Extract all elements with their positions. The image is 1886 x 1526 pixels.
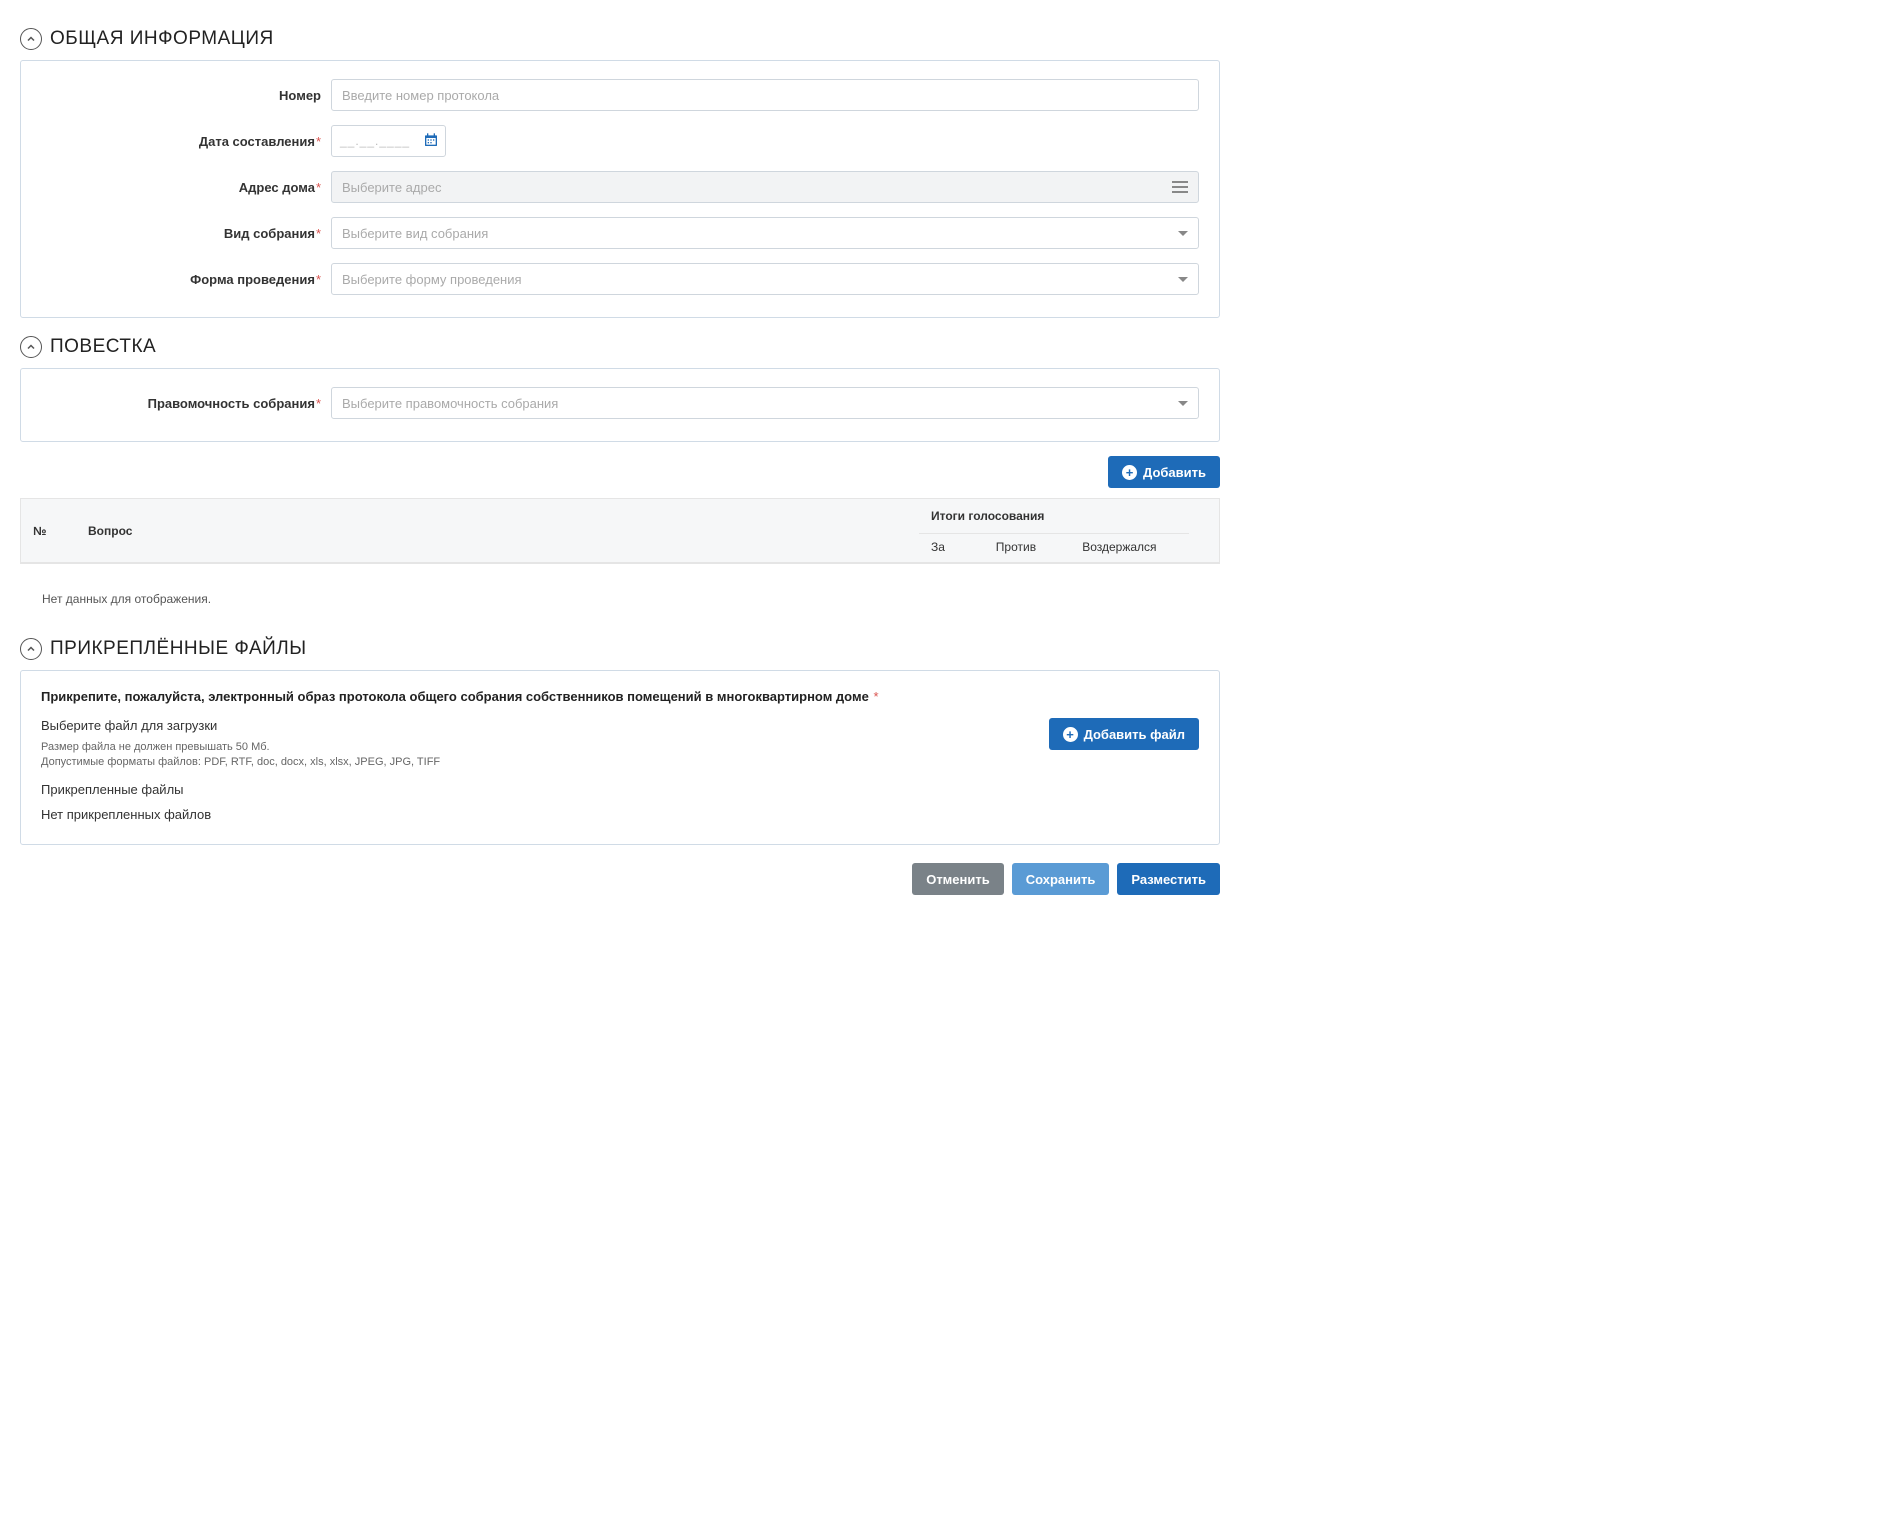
chevron-down-icon <box>1178 231 1188 236</box>
col-actions <box>1189 499 1219 563</box>
chevron-up-icon <box>20 28 42 50</box>
chevron-up-icon <box>20 336 42 358</box>
files-panel: Прикрепите, пожалуйста, электронный обра… <box>20 670 1220 845</box>
competence-select[interactable]: Выберите правомочность собрания <box>331 387 1199 419</box>
plus-circle-icon: + <box>1063 727 1078 742</box>
section-header-agenda[interactable]: Повестка <box>20 336 1220 358</box>
table-empty-message: Нет данных для отображения. <box>20 564 1220 620</box>
chevron-up-icon <box>20 638 42 660</box>
general-panel: Номер Дата составления* __.__.____ Адрес… <box>20 60 1220 318</box>
files-instruction: Прикрепите, пожалуйста, электронный обра… <box>41 689 1199 704</box>
save-button[interactable]: Сохранить <box>1012 863 1110 895</box>
date-placeholder: __.__.____ <box>340 134 423 148</box>
add-question-button[interactable]: + Добавить <box>1108 456 1220 488</box>
publish-button[interactable]: Разместить <box>1117 863 1220 895</box>
section-title-agenda: Повестка <box>50 336 156 358</box>
label-number: Номер <box>41 88 331 103</box>
section-header-files[interactable]: Прикреплённые файлы <box>20 638 1220 660</box>
meeting-type-select[interactable]: Выберите вид собрания <box>331 217 1199 249</box>
files-choose-label: Выберите файл для загрузки <box>41 718 1029 733</box>
agenda-table: № Вопрос Итоги голосования За Против Воз… <box>20 498 1220 564</box>
col-abstained: Воздержался <box>1070 534 1189 563</box>
section-title-general: Общая информация <box>50 28 274 50</box>
col-num: № <box>21 499 76 563</box>
add-file-button[interactable]: + Добавить файл <box>1049 718 1199 750</box>
section-header-general[interactable]: Общая информация <box>20 28 1220 50</box>
label-date: Дата составления* <box>41 134 331 149</box>
cancel-button[interactable]: Отменить <box>912 863 1004 895</box>
number-input[interactable] <box>331 79 1199 111</box>
meeting-type-placeholder: Выберите вид собрания <box>342 226 1178 241</box>
add-file-label: Добавить файл <box>1084 727 1185 742</box>
calendar-icon <box>423 132 439 151</box>
form-placeholder: Выберите форму проведения <box>342 272 1178 287</box>
label-meeting-type: Вид собрания* <box>41 226 331 241</box>
no-files-message: Нет прикрепленных файлов <box>41 807 1029 822</box>
label-address: Адрес дома* <box>41 180 331 195</box>
col-against: Против <box>984 534 1070 563</box>
address-select[interactable]: Выберите адрес <box>331 171 1199 203</box>
label-form: Форма проведения* <box>41 272 331 287</box>
add-button-label: Добавить <box>1143 465 1206 480</box>
agenda-panel: Правомочность собрания* Выберите правомо… <box>20 368 1220 442</box>
col-for: За <box>919 534 984 563</box>
chevron-down-icon <box>1178 277 1188 282</box>
plus-circle-icon: + <box>1122 465 1137 480</box>
col-question: Вопрос <box>76 499 919 563</box>
files-size-hint: Размер файла не должен превышать 50 Мб. <box>41 741 1029 753</box>
col-results: Итоги голосования <box>919 499 1189 534</box>
menu-icon <box>1172 181 1188 193</box>
section-title-files: Прикреплённые файлы <box>50 638 307 660</box>
date-input[interactable]: __.__.____ <box>331 125 446 157</box>
label-competence: Правомочность собрания* <box>41 396 331 411</box>
chevron-down-icon <box>1178 401 1188 406</box>
address-placeholder: Выберите адрес <box>342 180 1172 195</box>
footer-actions: Отменить Сохранить Разместить <box>20 863 1220 895</box>
files-format-hint: Допустимые форматы файлов: PDF, RTF, doc… <box>41 756 1029 768</box>
attached-files-label: Прикрепленные файлы <box>41 782 1029 797</box>
form-select[interactable]: Выберите форму проведения <box>331 263 1199 295</box>
competence-placeholder: Выберите правомочность собрания <box>342 396 1178 411</box>
